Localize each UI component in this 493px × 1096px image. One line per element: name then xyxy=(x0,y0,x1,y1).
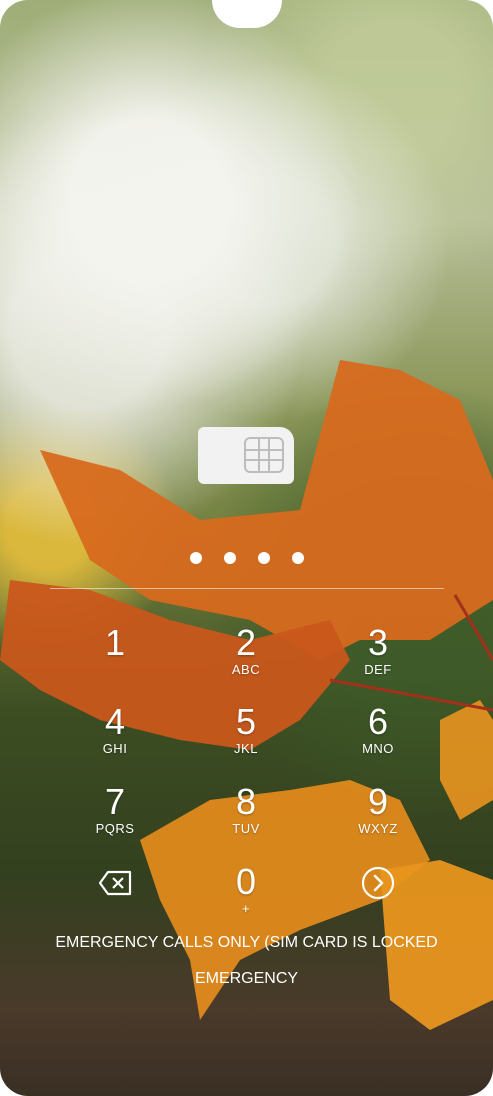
key-number: 6 xyxy=(367,701,389,742)
key-letters: GHI xyxy=(102,741,128,756)
sim-card-icon xyxy=(198,427,294,484)
key-letters: MNO xyxy=(362,741,394,756)
backspace-glyph xyxy=(98,870,132,896)
key-6[interactable]: 6 MNO xyxy=(328,702,428,772)
pin-dots xyxy=(0,552,493,564)
backspace-icon[interactable] xyxy=(95,866,135,900)
key-5[interactable]: 5 JKL xyxy=(196,702,296,772)
pin-divider xyxy=(50,588,444,589)
pin-dot xyxy=(291,552,304,564)
key-number: 5 xyxy=(235,701,257,742)
key-7[interactable]: 7 PQRS xyxy=(65,782,165,852)
status-message: EMERGENCY CALLS ONLY (SIM CARD IS LOCKED xyxy=(55,934,438,951)
pin-dot xyxy=(189,552,202,564)
key-letters: DEF xyxy=(364,662,392,677)
arrow-right-circle-icon[interactable] xyxy=(359,864,397,902)
key-number: 1 xyxy=(104,622,126,663)
key-number: 0 xyxy=(235,861,257,902)
key-number: 8 xyxy=(235,781,257,822)
key-number: 4 xyxy=(104,701,126,742)
key-8[interactable]: 8 TUV xyxy=(196,782,296,852)
key-letters: TUV xyxy=(232,821,260,836)
pin-dot xyxy=(223,552,236,564)
emergency-button[interactable]: EMERGENCY xyxy=(0,970,493,988)
key-letters: + xyxy=(241,901,251,916)
key-letters: ABC xyxy=(231,662,261,677)
key-number: 9 xyxy=(367,781,389,822)
key-number: 3 xyxy=(367,622,389,663)
key-letters: WXYZ xyxy=(358,821,398,836)
key-1[interactable]: 1 xyxy=(65,623,165,693)
key-0[interactable]: 0 + xyxy=(196,862,296,932)
sim-chip-icon xyxy=(244,437,284,473)
enter-glyph xyxy=(361,866,395,900)
key-3[interactable]: 3 DEF xyxy=(328,623,428,693)
key-4[interactable]: 4 GHI xyxy=(65,702,165,772)
pin-dot xyxy=(257,552,270,564)
key-letters: PQRS xyxy=(95,821,135,836)
key-2[interactable]: 2 ABC xyxy=(196,623,296,693)
key-9[interactable]: 9 WXYZ xyxy=(328,782,428,852)
key-number: 7 xyxy=(104,781,126,822)
key-number: 2 xyxy=(235,622,257,663)
key-letters: JKL xyxy=(234,741,258,756)
